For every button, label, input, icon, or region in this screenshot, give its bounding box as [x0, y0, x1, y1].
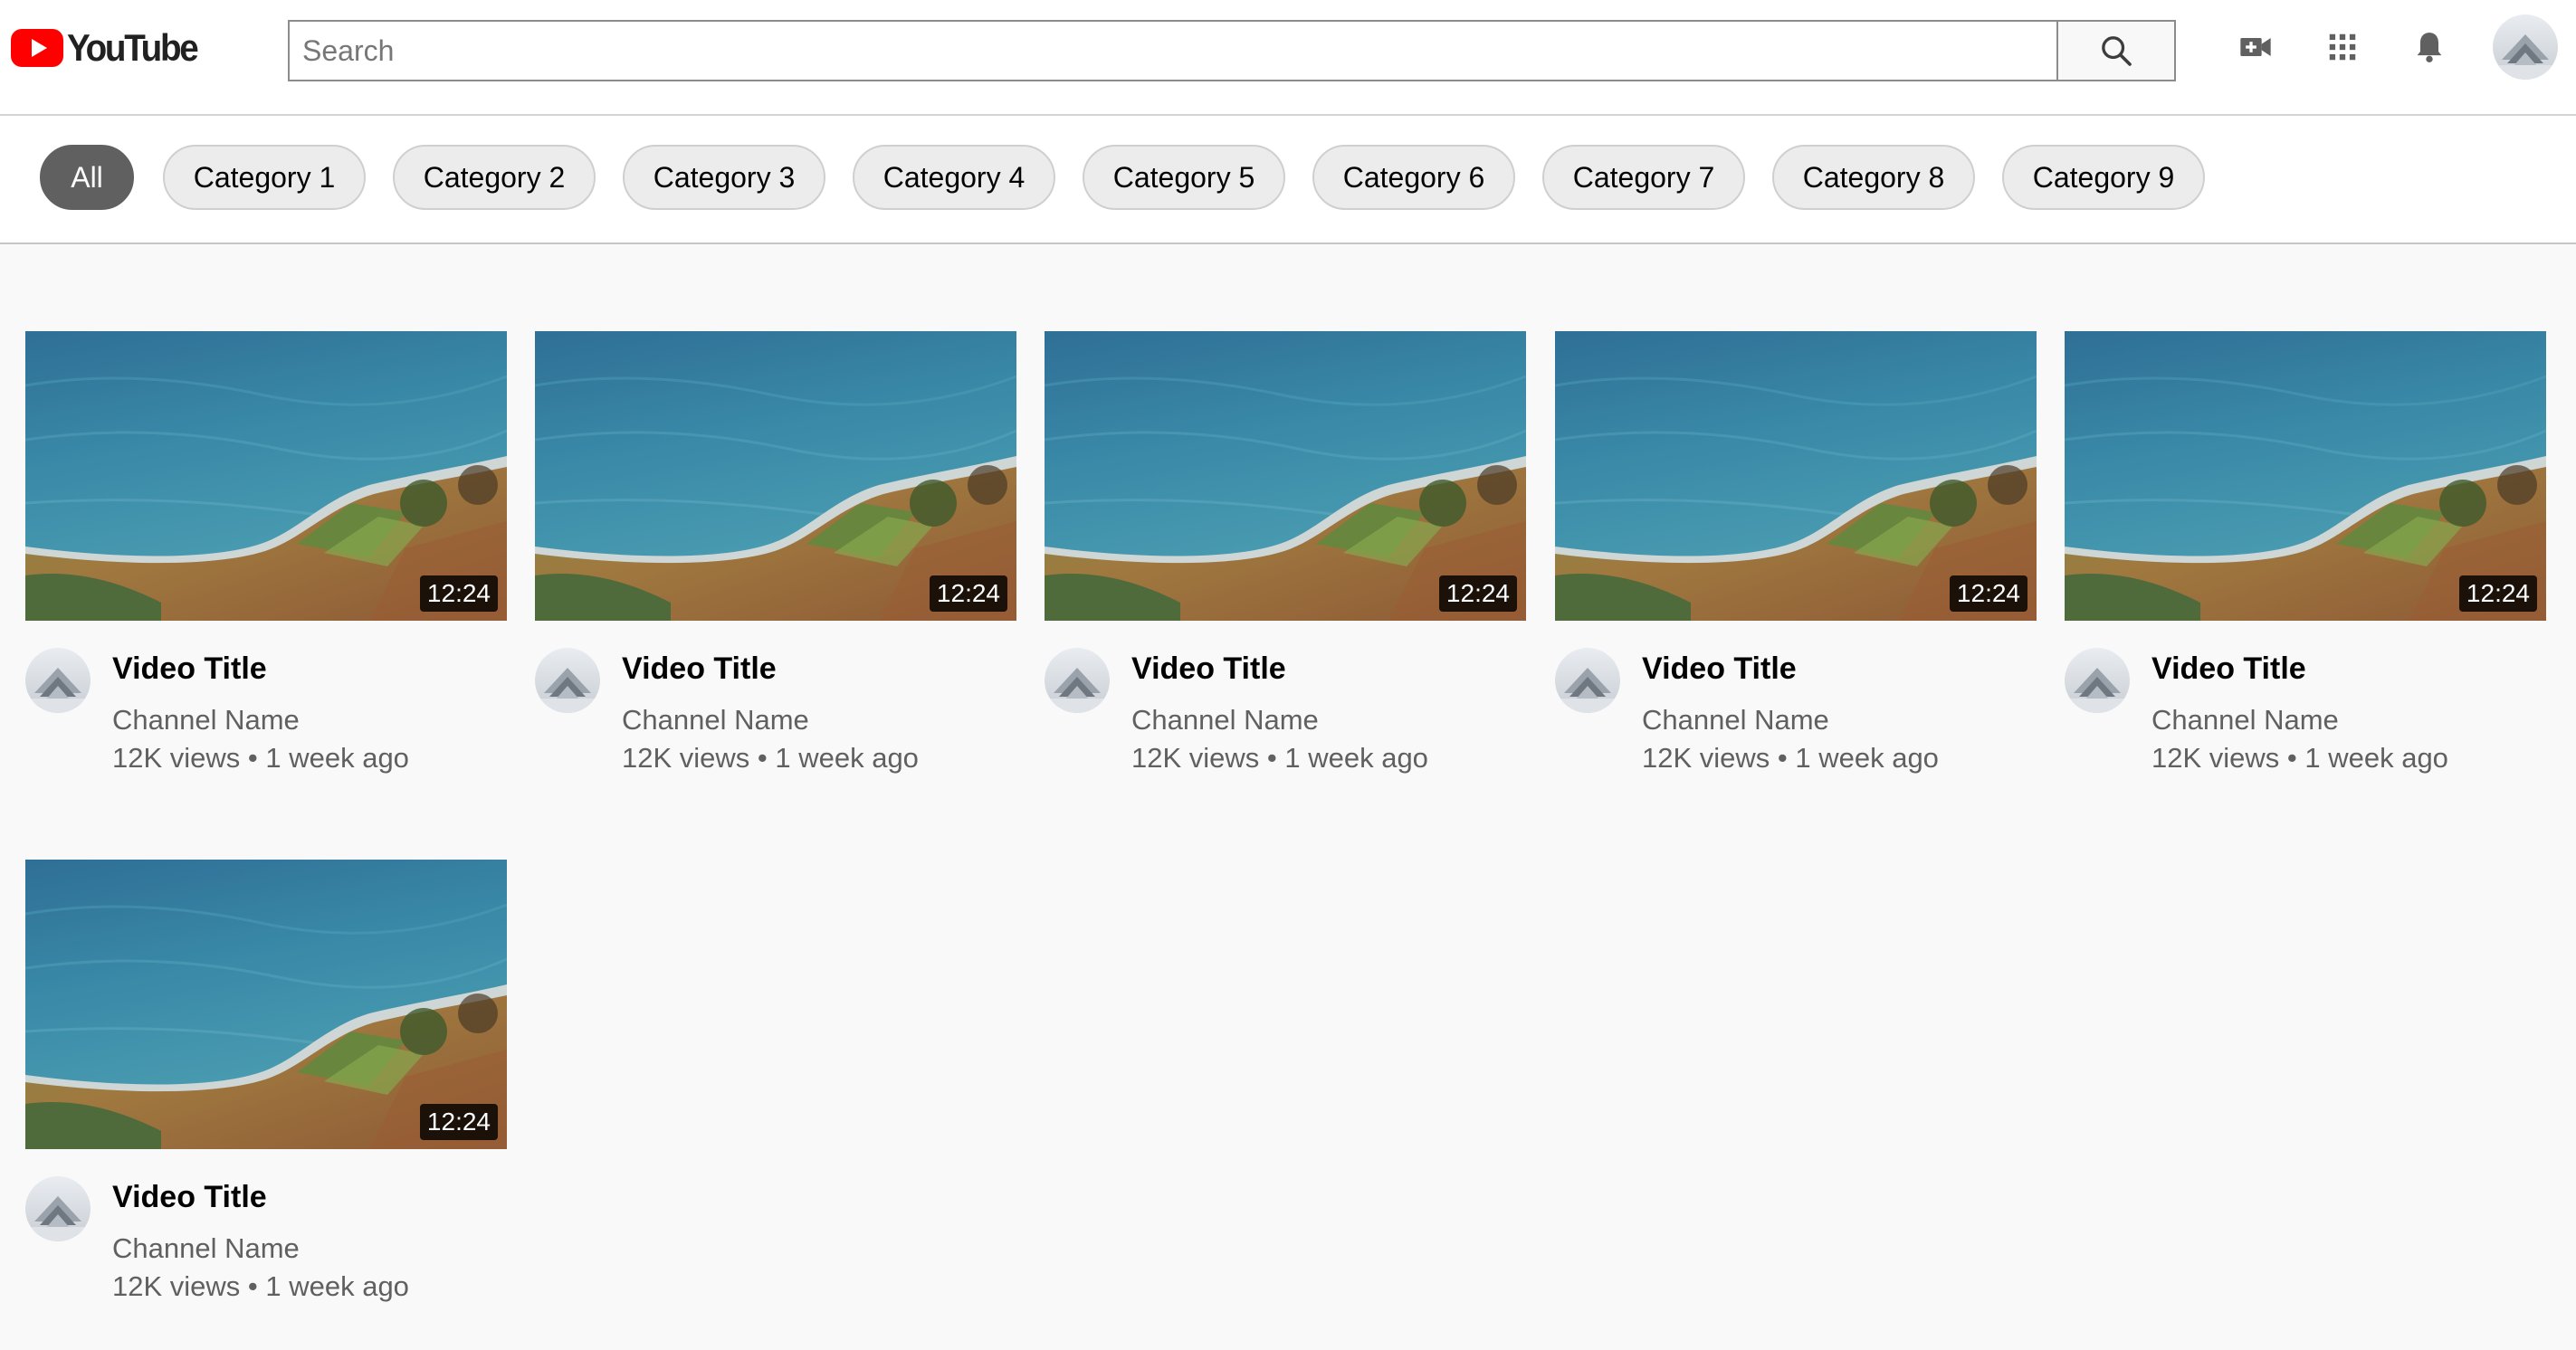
video-title[interactable]: Video Title	[1131, 651, 1286, 687]
avatar-image	[2493, 14, 2558, 80]
video-meta: 12K views • 1 week ago	[2151, 742, 2448, 774]
video-title[interactable]: Video Title	[622, 651, 777, 687]
channel-name[interactable]: Channel Name	[1642, 704, 1829, 737]
channel-name[interactable]: Channel Name	[112, 1232, 300, 1265]
search-icon	[2102, 36, 2132, 66]
video-card[interactable]: 12:24 Video Title Channel Name 12K views…	[2065, 331, 2546, 802]
chip-category-5[interactable]: Category 5	[1083, 145, 1285, 210]
video-meta: 12K views • 1 week ago	[112, 1270, 409, 1302]
chip-category-8[interactable]: Category 8	[1772, 145, 1975, 210]
create-video-button[interactable]	[2234, 25, 2277, 69]
video-meta: 12K views • 1 week ago	[112, 742, 409, 774]
video-meta: 12K views • 1 week ago	[1131, 742, 1428, 774]
video-title[interactable]: Video Title	[112, 651, 267, 687]
video-meta: 12K views • 1 week ago	[1642, 742, 1939, 774]
channel-avatar[interactable]	[1045, 648, 1110, 713]
video-title[interactable]: Video Title	[1642, 651, 1797, 687]
video-card[interactable]: 12:24 Video Title Channel Name 12K views…	[1045, 331, 1526, 802]
play-logo-icon	[11, 29, 63, 67]
duration-badge: 12:24	[2458, 575, 2537, 612]
category-chips-bar: All Category 1 Category 2 Category 3 Cat…	[0, 116, 2576, 244]
channel-name[interactable]: Channel Name	[622, 704, 809, 737]
top-header: YouTube	[0, 0, 2576, 116]
chip-category-1[interactable]: Category 1	[163, 145, 366, 210]
channel-name[interactable]: Channel Name	[112, 704, 300, 737]
chip-category-9[interactable]: Category 9	[2002, 145, 2205, 210]
video-camera-plus-icon	[2240, 38, 2271, 56]
channel-avatar[interactable]	[25, 648, 91, 713]
video-thumbnail[interactable]: 12:24	[535, 331, 1016, 621]
video-title[interactable]: Video Title	[2151, 651, 2306, 687]
video-thumbnail[interactable]: 12:24	[25, 331, 507, 621]
video-card[interactable]: 12:24 Video Title Channel Name 12K views…	[535, 331, 1016, 802]
logo-text: YouTube	[67, 26, 199, 69]
avatar-image	[2065, 648, 2130, 713]
apps-grid-icon	[2329, 33, 2356, 61]
video-thumbnail[interactable]: 12:24	[2065, 331, 2546, 621]
youtube-logo[interactable]: YouTube	[11, 26, 208, 69]
video-thumbnail[interactable]: 12:24	[25, 860, 507, 1149]
chip-category-6[interactable]: Category 6	[1312, 145, 1515, 210]
duration-badge: 12:24	[1949, 575, 2027, 612]
video-thumbnail[interactable]: 12:24	[1045, 331, 1526, 621]
channel-avatar[interactable]	[2065, 648, 2130, 713]
video-title[interactable]: Video Title	[112, 1180, 267, 1215]
channel-avatar[interactable]	[535, 648, 600, 713]
chip-category-2[interactable]: Category 2	[393, 145, 596, 210]
user-avatar[interactable]	[2493, 14, 2558, 80]
video-card[interactable]: 12:24 Video Title Channel Name 12K views…	[25, 860, 507, 1330]
duration-badge: 12:24	[419, 1104, 498, 1140]
avatar-image	[25, 1176, 91, 1241]
chip-all[interactable]: All	[40, 145, 134, 210]
search-bar	[288, 20, 2176, 81]
chip-category-3[interactable]: Category 3	[623, 145, 825, 210]
video-card[interactable]: 12:24 Video Title Channel Name 12K views…	[1555, 331, 2037, 802]
search-button[interactable]	[2056, 22, 2174, 80]
duration-badge: 12:24	[1438, 575, 1517, 612]
channel-avatar[interactable]	[25, 1176, 91, 1241]
video-thumbnail[interactable]: 12:24	[1555, 331, 2037, 621]
chip-category-7[interactable]: Category 7	[1542, 145, 1745, 210]
apps-button[interactable]	[2321, 25, 2364, 69]
avatar-image	[1045, 648, 1110, 713]
chip-category-4[interactable]: Category 4	[853, 145, 1055, 210]
video-card[interactable]: 12:24 Video Title Channel Name 12K views…	[25, 331, 507, 802]
bell-icon	[2417, 33, 2442, 62]
channel-name[interactable]: Channel Name	[1131, 704, 1319, 737]
avatar-image	[535, 648, 600, 713]
channel-avatar[interactable]	[1555, 648, 1620, 713]
avatar-image	[25, 648, 91, 713]
channel-name[interactable]: Channel Name	[2151, 704, 2339, 737]
notifications-button[interactable]	[2408, 25, 2451, 69]
duration-badge: 12:24	[419, 575, 498, 612]
video-meta: 12K views • 1 week ago	[622, 742, 919, 774]
search-input[interactable]	[290, 22, 2056, 80]
duration-badge: 12:24	[929, 575, 1007, 612]
avatar-image	[1555, 648, 1620, 713]
